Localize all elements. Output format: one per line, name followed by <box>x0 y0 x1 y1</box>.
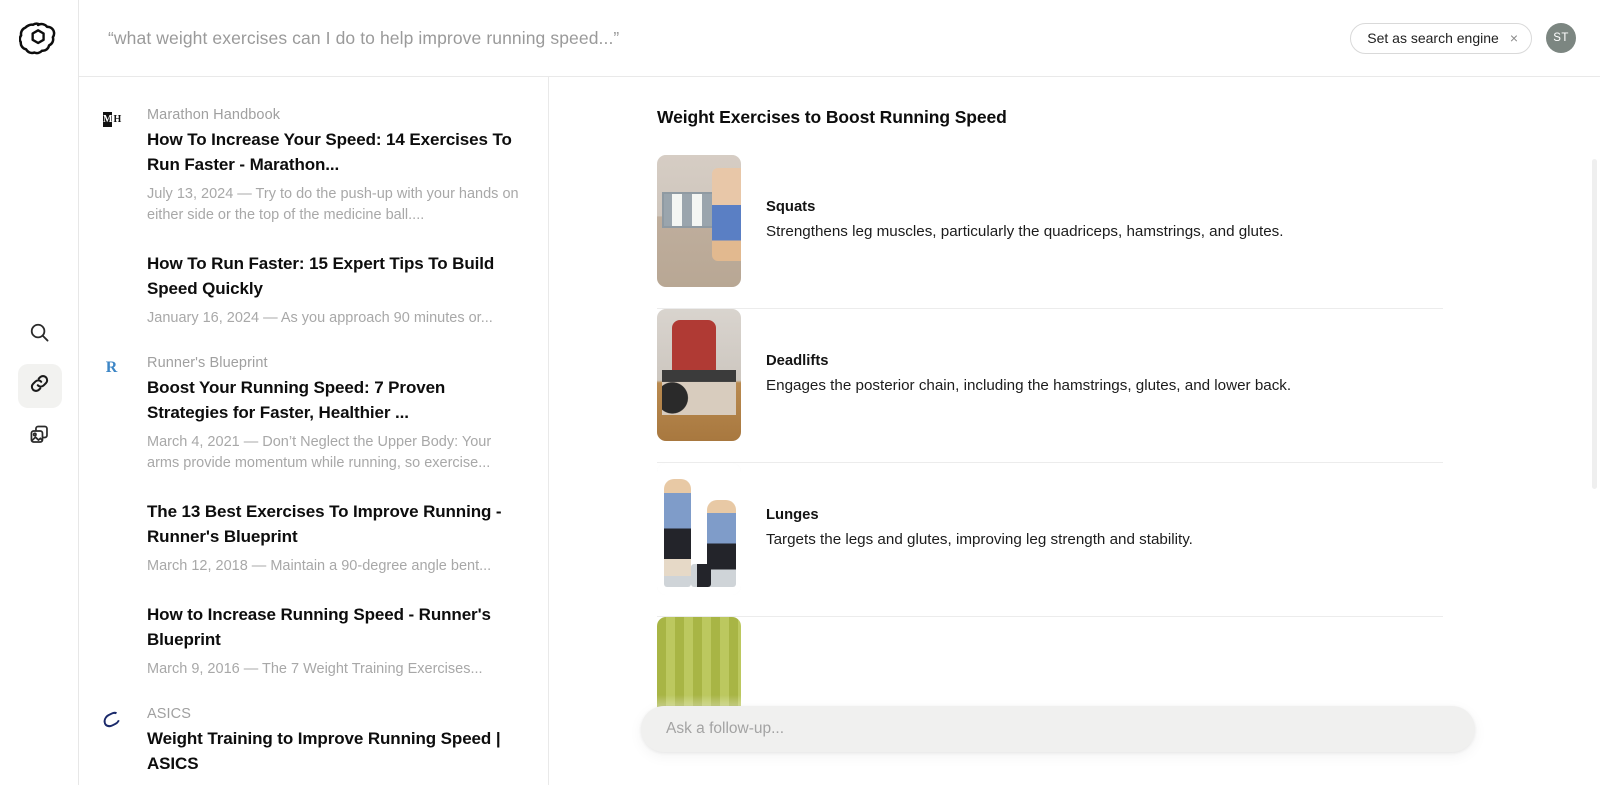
close-icon[interactable]: × <box>1510 31 1518 45</box>
asics-favicon <box>102 710 121 729</box>
sidebar-item-links[interactable] <box>17 364 62 408</box>
top-bar: “what weight exercises can I do to help … <box>79 0 1600 77</box>
result-group: R Runner's Blueprint Boost Your Running … <box>99 355 522 680</box>
list-item[interactable]: Boost Your Running Speed: 7 Proven Strat… <box>147 376 522 474</box>
result-title[interactable]: Weight Training to Improve Running Speed… <box>147 727 522 777</box>
list-item[interactable]: The 13 Best Exercises To Improve Running… <box>147 500 522 577</box>
answer-content: Weight Exercises to Boost Running Speed … <box>549 107 1600 770</box>
followup-placeholder: Ask a follow-up... <box>666 720 785 737</box>
main-area: “what weight exercises can I do to help … <box>79 0 1600 785</box>
exercise-text: Deadlifts Engages the posterior chain, i… <box>766 353 1443 396</box>
runners-blueprint-favicon: R <box>105 359 118 377</box>
scrollbar[interactable] <box>1592 159 1597 489</box>
result-snippet: January 16, 2024 — As you approach 90 mi… <box>147 309 493 326</box>
result-snippet: March 9, 2016 — The 7 Weight Training Ex… <box>147 660 483 677</box>
result-snippet: March 4, 2021 — Don’t Neglect the Upper … <box>147 433 492 471</box>
list-item[interactable]: How to Increase Running Speed - Runner's… <box>147 603 522 680</box>
exercise-description: Targets the legs and glutes, improving l… <box>766 531 1193 549</box>
followup-area: Ask a follow-up... <box>549 695 1600 785</box>
result-title[interactable]: How To Run Faster: 15 Expert Tips To Bui… <box>147 252 522 302</box>
list-item[interactable]: How To Run Faster: 15 Expert Tips To Bui… <box>147 252 522 329</box>
exercise-text: Squats Strengthens leg muscles, particul… <box>766 199 1443 242</box>
result-title[interactable]: How to Increase Running Speed - Runner's… <box>147 603 522 653</box>
set-as-search-engine-button[interactable]: Set as search engine × <box>1350 22 1532 54</box>
app-root: “what weight exercises can I do to help … <box>0 0 1600 785</box>
exercise-row[interactable]: Deadlifts Engages the posterior chain, i… <box>657 309 1443 463</box>
content-body: MH Marathon Handbook How To Increase You… <box>79 77 1600 785</box>
images-icon <box>28 423 51 451</box>
followup-input[interactable]: Ask a follow-up... <box>641 706 1475 752</box>
result-snippet: March 12, 2018 — Maintain a 90-degree an… <box>147 557 492 574</box>
result-title[interactable]: The 13 Best Exercises To Improve Running… <box>147 500 522 550</box>
squats-thumbnail[interactable] <box>657 155 741 287</box>
result-source-label: Runner's Blueprint <box>147 354 268 371</box>
exercise-name: Squats <box>766 199 816 216</box>
deadlifts-thumbnail[interactable] <box>657 309 741 441</box>
result-source-label: Marathon Handbook <box>147 107 281 123</box>
result-title[interactable]: How To Increase Your Speed: 14 Exercises… <box>147 128 522 178</box>
search-icon <box>28 321 51 349</box>
marathon-handbook-favicon: MH <box>103 112 122 127</box>
page-title: Weight Exercises to Boost Running Speed <box>657 107 1007 127</box>
exercise-name: Lunges <box>766 507 819 524</box>
link-icon <box>28 372 51 400</box>
result-source-label: ASICS <box>147 705 192 722</box>
result-title[interactable]: Boost Your Running Speed: 7 Proven Strat… <box>147 376 522 426</box>
result-snippet: July 13, 2024 — Try to do the push-up wi… <box>147 185 519 223</box>
exercise-name: Deadlifts <box>766 353 829 370</box>
left-icon-rail <box>0 0 79 785</box>
top-bar-right: Set as search engine × ST <box>1350 22 1576 54</box>
exercise-row[interactable]: Lunges Targets the legs and glutes, impr… <box>657 463 1443 617</box>
avatar[interactable]: ST <box>1546 23 1576 53</box>
exercise-description: Strengthens leg muscles, particularly th… <box>766 223 1284 241</box>
set-as-search-engine-label: Set as search engine <box>1367 30 1499 46</box>
search-query-text[interactable]: “what weight exercises can I do to help … <box>108 28 619 49</box>
list-item[interactable]: How To Increase Your Speed: 14 Exercises… <box>147 128 522 226</box>
exercise-text: Lunges Targets the legs and glutes, impr… <box>766 507 1443 550</box>
exercise-text <box>766 680 1443 686</box>
openai-logo[interactable] <box>18 20 57 58</box>
exercise-row[interactable]: Squats Strengthens leg muscles, particul… <box>657 155 1443 309</box>
exercise-description: Engages the posterior chain, including t… <box>766 377 1292 395</box>
result-group: MH Marathon Handbook How To Increase You… <box>99 107 522 329</box>
sidebar-item-search[interactable] <box>18 313 62 357</box>
search-results-list[interactable]: MH Marathon Handbook How To Increase You… <box>79 77 549 785</box>
answer-panel: Weight Exercises to Boost Running Speed … <box>549 77 1600 785</box>
lunges-thumbnail[interactable] <box>657 463 741 595</box>
list-item[interactable]: Weight Training to Improve Running Speed… <box>147 727 522 777</box>
result-group: ASICS Weight Training to Improve Running… <box>99 706 522 777</box>
sidebar-item-images[interactable] <box>18 415 62 459</box>
rail-icon-group <box>0 313 79 459</box>
